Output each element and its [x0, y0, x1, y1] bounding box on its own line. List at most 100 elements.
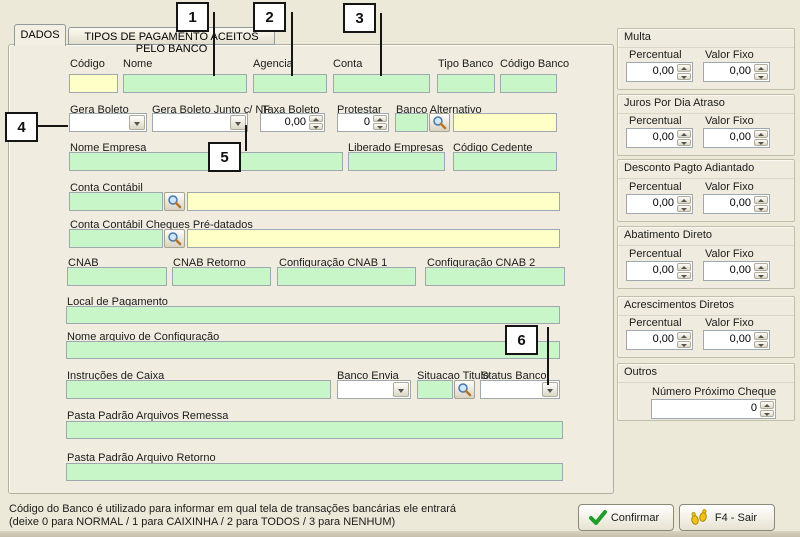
valor-fixo-label: Valor Fixo [705, 115, 754, 127]
codigo-cedente-input[interactable] [453, 152, 557, 171]
conta-contabil-desc-input[interactable] [187, 192, 560, 211]
callout-4-line [38, 125, 68, 127]
spinner-buttons[interactable] [754, 196, 768, 212]
tipo-banco-input[interactable] [437, 74, 495, 93]
conta-contabil-cheques-input[interactable] [69, 229, 163, 248]
abatimento-percentual-spinner[interactable]: 0,00 [626, 261, 693, 281]
cnab-retorno-input[interactable] [172, 267, 271, 286]
agencia-input[interactable] [253, 74, 327, 93]
confirm-button[interactable]: Confirmar [578, 504, 674, 531]
spinner-buttons[interactable] [754, 332, 768, 348]
abatimento-valor-fixo-spinner[interactable]: 0,00 [703, 261, 770, 281]
callout-5: 5 [208, 142, 241, 172]
magnifier-icon [167, 231, 182, 246]
conta-contabil-lookup-button[interactable] [164, 192, 185, 211]
valor-fixo-label: Valor Fixo [705, 317, 754, 329]
codigo-input[interactable] [69, 74, 118, 93]
banco-alternativo-input[interactable] [395, 113, 428, 132]
pasta-remessa-input[interactable] [66, 421, 563, 439]
bank-registration-window: DADOS TIPOS DE PAGAMENTO ACEITOS PELO BA… [0, 0, 800, 537]
spinner-buttons[interactable] [760, 401, 774, 417]
section-desconto-pagto-adiantado: Desconto Pagto Adiantado Percentual Valo… [617, 159, 795, 222]
callout-1: 1 [176, 2, 209, 32]
numero-proximo-cheque-label: Número Próximo Cheque [652, 386, 776, 398]
callout-2-line [291, 12, 293, 76]
callout-1-line [213, 12, 215, 76]
codigo-banco-input[interactable] [500, 74, 557, 93]
chevron-down-icon[interactable] [542, 382, 558, 397]
section-multa: Multa Percentual Valor Fixo 0,00 0,00 [617, 28, 795, 90]
juros-percentual-spinner[interactable]: 0,00 [626, 128, 693, 148]
numero-proximo-cheque-spinner[interactable]: 0 [651, 399, 776, 419]
hint-line-1: Código do Banco é utilizado para informa… [9, 503, 456, 515]
callout-6-line [547, 327, 549, 385]
juros-valor-fixo-spinner[interactable]: 0,00 [703, 128, 770, 148]
instrucoes-caixa-input[interactable] [66, 380, 331, 399]
banco-alternativo-desc-input[interactable] [453, 113, 557, 132]
nome-arquivo-config-input[interactable] [66, 341, 560, 359]
callout-2: 2 [253, 2, 286, 32]
conta-contabil-cheques-lookup-button[interactable] [164, 229, 185, 248]
config-cnab-1-input[interactable] [277, 267, 416, 286]
nome-empresa-input[interactable] [69, 152, 343, 171]
pasta-retorno-input[interactable] [66, 463, 563, 481]
callout-5-line [245, 125, 247, 151]
exit-button[interactable]: F4 - Sair [679, 504, 775, 531]
spinner-buttons[interactable] [677, 263, 691, 279]
gera-boleto-nf-select[interactable] [152, 113, 248, 132]
spinner-buttons[interactable] [309, 115, 323, 130]
section-juros-por-dia-atraso: Juros Por Dia Atraso Percentual Valor Fi… [617, 94, 795, 156]
conta-input[interactable] [333, 74, 430, 93]
nome-label: Nome [123, 58, 152, 70]
situacao-titulo-lookup-button[interactable] [454, 380, 475, 399]
codigo-label: Código [70, 58, 105, 70]
banco-alternativo-lookup-button[interactable] [429, 113, 450, 132]
cnab-input[interactable] [67, 267, 167, 286]
tab-tipos-pagamento[interactable]: TIPOS DE PAGAMENTO ACEITOS PELO BANCO [68, 27, 275, 45]
situacao-titulo-input[interactable] [417, 380, 453, 399]
window-bottom-edge [0, 531, 800, 537]
chevron-down-icon[interactable] [230, 115, 246, 130]
spinner-buttons[interactable] [677, 130, 691, 146]
protestar-spinner[interactable]: 0 [337, 113, 389, 132]
section-outros: Outros Número Próximo Cheque 0 [617, 363, 795, 421]
conta-contabil-input[interactable] [69, 192, 163, 211]
gera-boleto-select[interactable] [69, 113, 147, 132]
callout-4: 4 [5, 112, 38, 142]
chevron-down-icon[interactable] [393, 382, 409, 397]
spinner-buttons[interactable] [677, 64, 691, 80]
multa-valor-fixo-spinner[interactable]: 0,00 [703, 62, 770, 82]
desconto-percentual-spinner[interactable]: 0,00 [626, 194, 693, 214]
conta-label: Conta [333, 58, 362, 70]
percentual-label: Percentual [629, 49, 682, 61]
spinner-buttons[interactable] [677, 196, 691, 212]
spinner-buttons[interactable] [677, 332, 691, 348]
taxa-boleto-spinner[interactable]: 0,00 [260, 113, 325, 132]
spinner-buttons[interactable] [754, 263, 768, 279]
spinner-buttons[interactable] [373, 115, 387, 130]
local-pagamento-input[interactable] [66, 306, 560, 324]
percentual-label: Percentual [629, 181, 682, 193]
nome-input[interactable] [123, 74, 247, 93]
callout-3: 3 [343, 3, 376, 33]
section-title: Abatimento Direto [618, 227, 794, 246]
chevron-down-icon[interactable] [129, 115, 145, 130]
tab-dados[interactable]: DADOS [14, 24, 66, 46]
desconto-valor-fixo-spinner[interactable]: 0,00 [703, 194, 770, 214]
multa-percentual-spinner[interactable]: 0,00 [626, 62, 693, 82]
liberado-empresas-input[interactable] [348, 152, 445, 171]
acrescimos-percentual-spinner[interactable]: 0,00 [626, 330, 693, 350]
spinner-buttons[interactable] [754, 130, 768, 146]
footprints-icon [690, 509, 708, 526]
percentual-label: Percentual [629, 317, 682, 329]
magnifier-icon [432, 115, 447, 130]
banco-envia-select[interactable] [337, 380, 411, 399]
acrescimos-valor-fixo-spinner[interactable]: 0,00 [703, 330, 770, 350]
agencia-label: Agencia [253, 58, 293, 70]
config-cnab-2-input[interactable] [425, 267, 565, 286]
section-title: Juros Por Dia Atraso [618, 95, 794, 114]
spinner-buttons[interactable] [754, 64, 768, 80]
valor-fixo-label: Valor Fixo [705, 181, 754, 193]
conta-contabil-cheques-desc-input[interactable] [187, 229, 560, 248]
percentual-label: Percentual [629, 248, 682, 260]
